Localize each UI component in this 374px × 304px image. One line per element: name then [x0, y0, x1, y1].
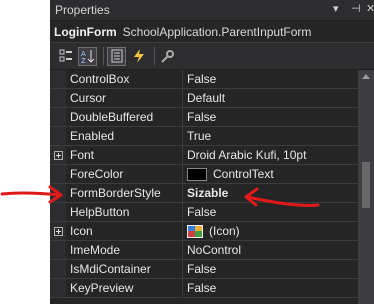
- left-red-arrow: [0, 191, 62, 197]
- annotation-overlay: [0, 185, 320, 207]
- right-red-arrow: [246, 195, 320, 207]
